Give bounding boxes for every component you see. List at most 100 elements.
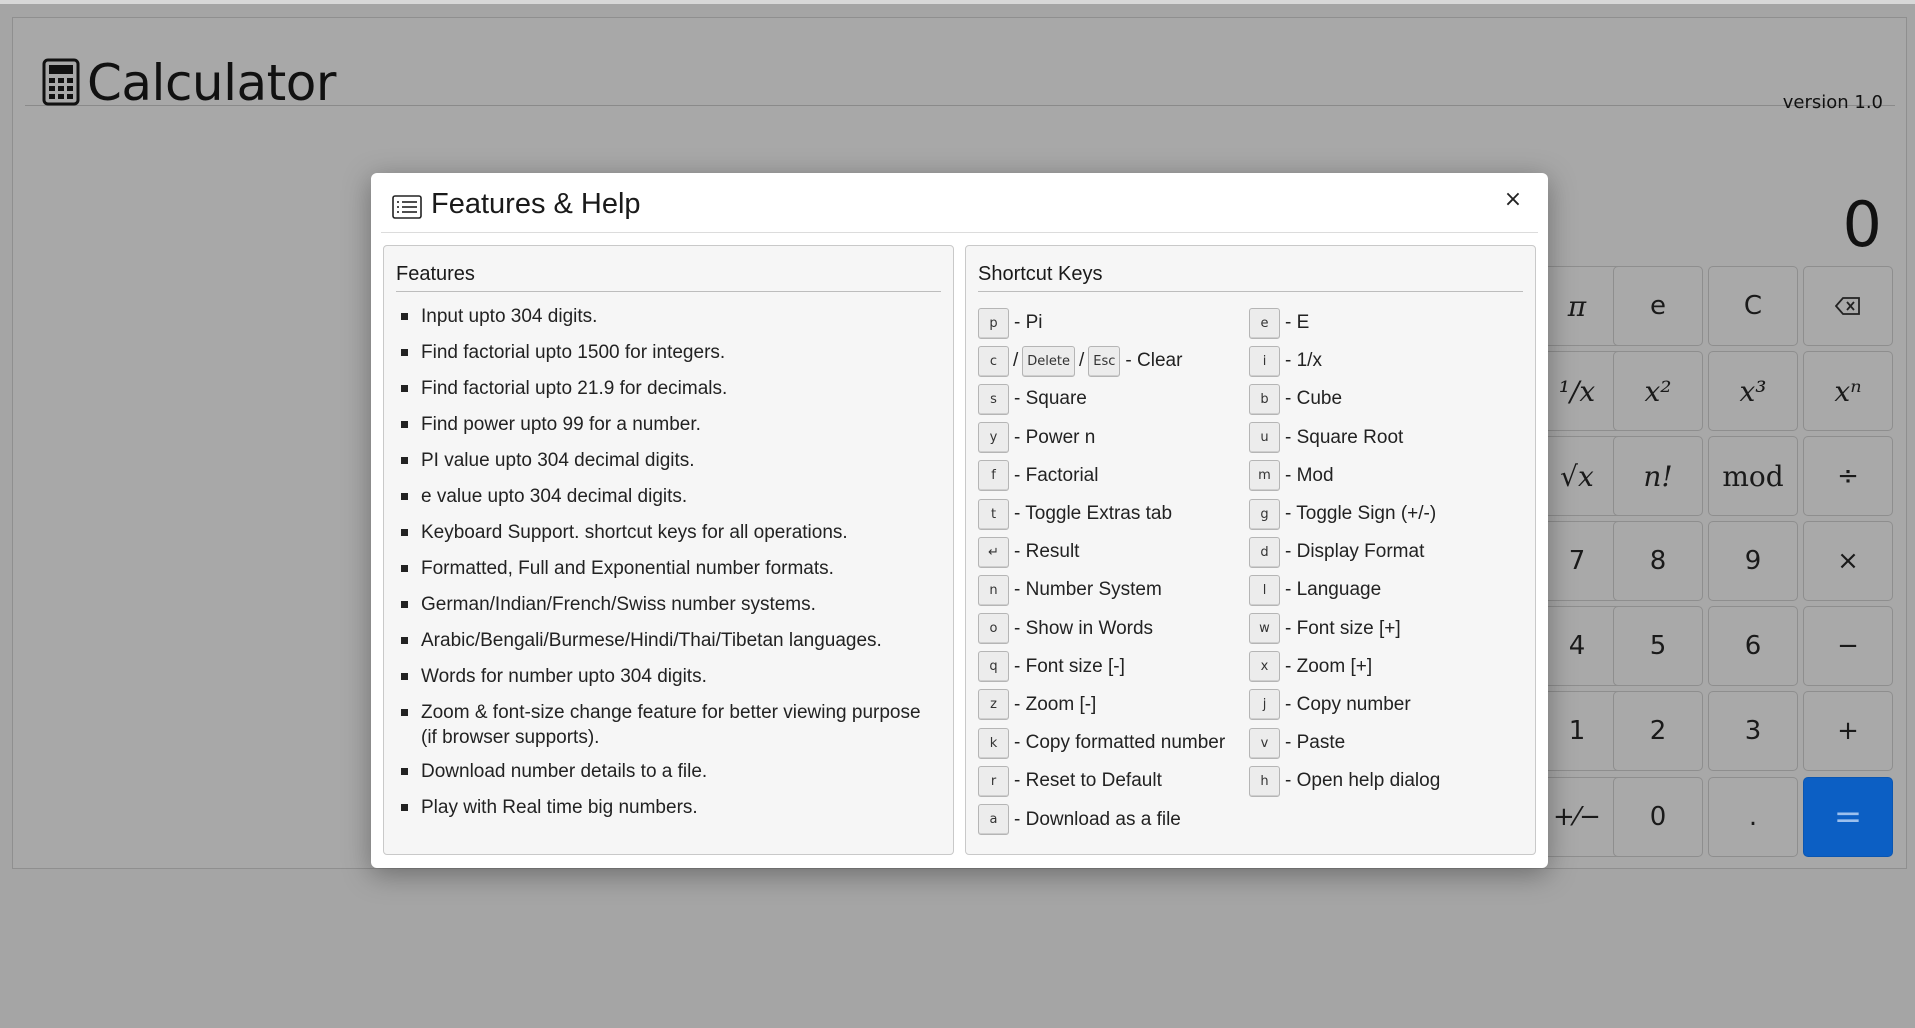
key-backspace[interactable] — [1803, 266, 1893, 346]
shortcut-key: p — [978, 307, 1009, 339]
calculator-icon — [42, 58, 80, 106]
feature-item: Keyboard Support. shortcut keys for all … — [396, 520, 936, 545]
key-dot[interactable]: . — [1708, 777, 1798, 857]
shortcut-row: s- Square — [978, 380, 1248, 418]
key-e[interactable]: e — [1613, 266, 1703, 346]
shortcut-key: v — [1249, 727, 1280, 759]
shortcut-row: ↵ - Result — [978, 533, 1248, 571]
key-3[interactable]: 3 — [1708, 691, 1798, 771]
shortcut-description: - E — [1285, 312, 1310, 334]
shortcut-key: d — [1249, 536, 1280, 568]
feature-item: Zoom & font-size change feature for bett… — [396, 700, 936, 750]
shortcut-row: b- Cube — [1249, 380, 1519, 418]
shortcut-description: - Zoom [+] — [1285, 655, 1373, 677]
shortcut-description: - Download as a file — [1014, 808, 1181, 830]
shortcut-description: - Open help dialog — [1285, 770, 1441, 792]
feature-item: e value upto 304 decimal digits. — [396, 484, 936, 509]
shortcut-key: s — [978, 383, 1009, 415]
shortcut-row: n- Number System — [978, 571, 1248, 609]
shortcut-description: - Font size [-] — [1014, 655, 1125, 677]
close-button[interactable]: × — [1500, 187, 1526, 213]
features-panel: Features Input upto 304 digits. Find fact… — [383, 245, 954, 855]
shortcut-description: - Show in Words — [1014, 617, 1154, 639]
shortcut-row: u- Square Root — [1249, 419, 1519, 457]
key-plus[interactable]: + — [1803, 691, 1893, 771]
shortcut-key: o — [978, 613, 1009, 645]
feature-item: Play with Real time big numbers. — [396, 795, 936, 820]
key-factorial[interactable]: n! — [1613, 436, 1703, 516]
feature-item: Download number details to a file. — [396, 759, 936, 784]
key-0[interactable]: 0 — [1613, 777, 1703, 857]
app-header: Calculator version 1.0 — [25, 36, 1895, 113]
shortcut-description: - Number System — [1014, 579, 1162, 601]
key-power[interactable]: xⁿ — [1803, 351, 1893, 431]
shortcut-row: e- E — [1249, 304, 1519, 342]
shortcut-row: h- Open help dialog — [1249, 762, 1519, 800]
shortcut-row: x- Zoom [+] — [1249, 648, 1519, 686]
key-2[interactable]: 2 — [1613, 691, 1703, 771]
feature-item: PI value upto 304 decimal digits. — [396, 448, 936, 473]
shortcut-description: - Language — [1285, 579, 1382, 601]
shortcut-description: - 1/x — [1285, 350, 1322, 372]
key-9[interactable]: 9 — [1708, 521, 1798, 601]
shortcut-key: m — [1249, 460, 1280, 492]
shortcut-row: y- Power n — [978, 419, 1248, 457]
shortcut-description: - Mod — [1285, 464, 1334, 486]
key-clear[interactable]: C — [1708, 266, 1798, 346]
shortcut-key: y — [978, 422, 1009, 454]
shortcut-key: w — [1249, 613, 1280, 645]
feature-item: Find power upto 99 for a number. — [396, 412, 936, 437]
shortcut-key: q — [978, 651, 1009, 683]
shortcut-key: r — [978, 765, 1009, 797]
feature-item: German/Indian/French/Swiss number system… — [396, 592, 936, 617]
shortcut-description: - Cube — [1285, 388, 1343, 410]
feature-item: Find factorial upto 1500 for integers. — [396, 340, 936, 365]
shortcut-row: i- 1/x — [1249, 342, 1519, 380]
key-cube[interactable]: x³ — [1708, 351, 1798, 431]
top-border — [0, 0, 1915, 4]
shortcut-description: - Paste — [1285, 732, 1346, 754]
shortcut-row: t- Toggle Extras tab — [978, 495, 1248, 533]
shortcut-key: e — [1249, 307, 1280, 339]
shortcut-description: - Factorial — [1014, 464, 1099, 486]
shortcut-row: w- Font size [+] — [1249, 610, 1519, 648]
shortcut-row: q- Font size [-] — [978, 648, 1248, 686]
keypad: π e C ¹/x x² x³ xⁿ √x n! mod ÷ 7 8 9 × 4… — [1532, 266, 1895, 858]
shortcut-key: j — [1249, 689, 1280, 721]
shortcuts-panel: Shortcut Keys p- Pi c / Delete / Esc - Clear s -… — [965, 245, 1536, 855]
key-minus[interactable]: − — [1803, 606, 1893, 686]
shortcut-key: a — [978, 804, 1009, 836]
shortcut-description: - Power n — [1014, 426, 1096, 448]
shortcut-row: k- Copy formatted number — [978, 724, 1248, 762]
key-divide[interactable]: ÷ — [1803, 436, 1893, 516]
key-6[interactable]: 6 — [1708, 606, 1798, 686]
shortcut-key: b — [1249, 383, 1280, 415]
shortcut-description: - Zoom [-] — [1014, 693, 1097, 715]
shortcut-row: d- Display Format — [1249, 533, 1519, 571]
display-value: 0 — [1842, 188, 1882, 261]
shortcut-row: g- Toggle Sign (+/-) — [1249, 495, 1519, 533]
key-equals[interactable]: = — [1803, 777, 1893, 857]
shortcut-key: k — [978, 727, 1009, 759]
key-mod[interactable]: mod — [1708, 436, 1798, 516]
shortcut-description: - Copy number — [1285, 693, 1411, 715]
feature-item: Find factorial upto 21.9 for decimals. — [396, 376, 936, 401]
dialog-header: Features & Help × — [381, 173, 1538, 233]
shortcut-description: - Square Root — [1285, 426, 1404, 448]
shortcut-separator: / — [1013, 350, 1019, 372]
dialog-title: Features & Help — [431, 188, 641, 220]
shortcut-key: h — [1249, 765, 1280, 797]
key-5[interactable]: 5 — [1613, 606, 1703, 686]
app-version: version 1.0 — [1782, 92, 1883, 113]
shortcut-description: - Font size [+] — [1285, 617, 1401, 639]
key-multiply[interactable]: × — [1803, 521, 1893, 601]
shortcut-row: j- Copy number — [1249, 686, 1519, 724]
shortcuts-column-left: p- Pi c / Delete / Esc - Clear s - Square y - Powe… — [978, 304, 1248, 839]
shortcut-description: - Toggle Extras tab — [1014, 503, 1173, 525]
shortcut-key: u — [1249, 422, 1280, 454]
shortcut-key: c — [978, 345, 1009, 377]
key-square[interactable]: x² — [1613, 351, 1703, 431]
features-title: Features — [396, 257, 941, 292]
key-8[interactable]: 8 — [1613, 521, 1703, 601]
features-list: Input upto 304 digits. Find factorial upt… — [396, 304, 936, 831]
